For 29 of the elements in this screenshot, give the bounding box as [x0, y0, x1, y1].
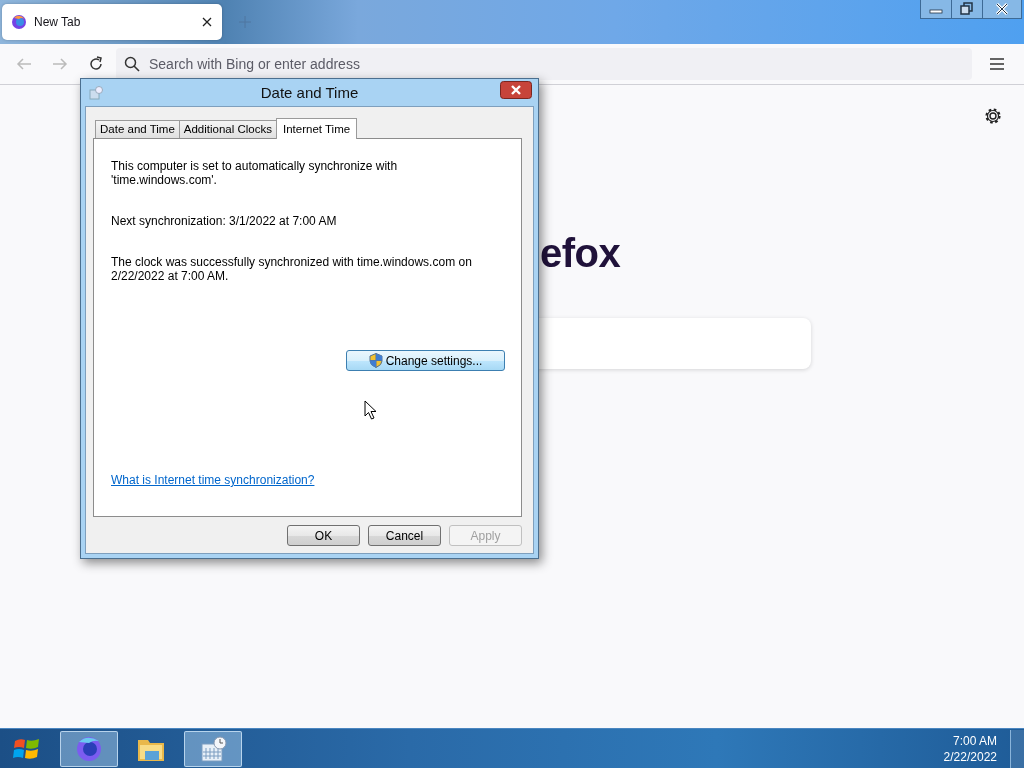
taskbar-button[interactable]: [60, 730, 118, 767]
change-settings-button[interactable]: Change settings...: [346, 350, 505, 371]
dialog-title: Date and Time: [260, 84, 359, 101]
show-desktop-button[interactable]: [1010, 729, 1024, 768]
help-link[interactable]: What is Internet time synchronization?: [111, 473, 315, 487]
brand-wordmark: efox: [540, 230, 621, 276]
info-text: Next synchronization: 3/1/2022 at 7:00 AM: [111, 214, 338, 228]
menu-icon[interactable]: [990, 58, 1004, 70]
dialog-tab[interactable]: Additional Clocks: [178, 120, 277, 138]
dialog-button[interactable]: OK: [287, 525, 360, 546]
info-text: This computer is set to automatically synchronize with 'time.windows.com'.: [111, 159, 399, 187]
mouse-pointer-icon: [364, 400, 377, 420]
search-icon: [124, 56, 140, 72]
settings-icon[interactable]: [984, 107, 1002, 125]
dialog-tab[interactable]: Internet Time: [276, 118, 358, 139]
dialog-tab[interactable]: Date and Time: [95, 120, 180, 138]
address-field[interactable]: Search with Bing or enter address: [116, 48, 972, 80]
close-icon[interactable]: [202, 17, 212, 27]
dialog-button[interactable]: Cancel: [368, 525, 441, 546]
browser-tab[interactable]: New Tab: [2, 4, 222, 40]
close-icon[interactable]: [500, 80, 532, 99]
calendar-clock-icon: [89, 85, 103, 100]
shield-icon: [368, 353, 383, 368]
clock-time: 7:00 AM: [952, 732, 997, 749]
clock-date: 2/22/2022: [943, 748, 997, 765]
browser-logo-icon: [11, 14, 27, 30]
info-text: The clock was successfully synchronized with time.windows.com on 2/22/2022 at 7:00 AM.: [111, 255, 473, 283]
reload-icon[interactable]: [88, 56, 104, 72]
taskbar-button[interactable]: [184, 730, 242, 767]
